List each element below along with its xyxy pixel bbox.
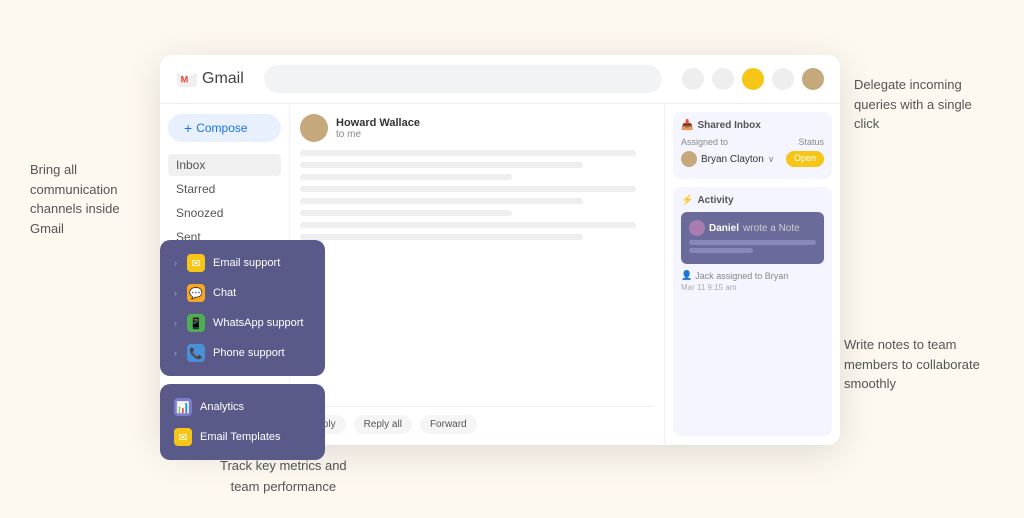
- email-actions: Reply Reply all Forward: [300, 406, 654, 434]
- email-sender-name: Howard Wallace: [336, 117, 420, 129]
- email-templates-label: Email Templates: [200, 431, 281, 443]
- email-subtitle: to me: [336, 129, 420, 140]
- apps-icon[interactable]: [712, 68, 734, 90]
- sidebar-starred[interactable]: Starred: [168, 178, 281, 200]
- shared-inbox-title: Shared Inbox: [697, 120, 760, 131]
- assigned-label: Assigned to: [681, 137, 728, 147]
- arrow-icon: ›: [174, 348, 177, 358]
- whatsapp-label: WhatsApp support: [213, 317, 304, 329]
- note-user: Daniel wrote a Note: [689, 220, 816, 236]
- note-author: Daniel: [709, 223, 739, 234]
- email-sender-avatar: [300, 114, 328, 142]
- phone-item[interactable]: › 📞 Phone support: [160, 338, 325, 368]
- arrow-icon: ›: [174, 318, 177, 328]
- assigned-user-row: Bryan Clayton ∨ Open: [681, 151, 824, 167]
- right-bottom-annotation: Write notes to team members to collabora…: [844, 335, 1004, 394]
- sidebar-snoozed[interactable]: Snoozed: [168, 202, 281, 224]
- gmail-logo: M Gmail: [176, 68, 244, 90]
- email-sender-info: Howard Wallace to me: [336, 117, 420, 140]
- compose-plus-icon: +: [184, 120, 192, 136]
- email-templates-icon: ✉: [174, 428, 192, 446]
- compose-label: Compose: [196, 121, 247, 135]
- analytics-group: 📊 Analytics ✉ Email Templates: [160, 384, 325, 460]
- features-sidebar: › ✉ Email support › 💬 Chat › 📱 WhatsApp …: [160, 240, 325, 468]
- whatsapp-icon: 📱: [187, 314, 205, 332]
- left-annotation: Bring all communication channels inside …: [30, 160, 140, 238]
- email-templates-item[interactable]: ✉ Email Templates: [160, 422, 325, 452]
- shared-inbox-icon: 📥: [681, 120, 693, 131]
- email-support-label: Email support: [213, 257, 280, 269]
- email-support-item[interactable]: › ✉ Email support: [160, 248, 325, 278]
- note-line: [689, 248, 753, 253]
- notification-icon[interactable]: [742, 68, 764, 90]
- gmail-right-panel: 📥 Shared Inbox Assigned to Status Bryan …: [665, 104, 840, 444]
- sidebar-inbox[interactable]: Inbox: [168, 154, 281, 176]
- user-avatar[interactable]: [802, 68, 824, 90]
- phone-icon: 📞: [187, 344, 205, 362]
- forward-button[interactable]: Forward: [420, 415, 477, 434]
- assigned-row: Assigned to Status: [681, 137, 824, 147]
- analytics-icon: 📊: [174, 398, 192, 416]
- email-line: [300, 162, 583, 168]
- assign-text: Jack assigned to Bryan: [695, 271, 788, 281]
- email-line: [300, 186, 636, 192]
- chat-item[interactable]: › 💬 Chat: [160, 278, 325, 308]
- email-support-icon: ✉: [187, 254, 205, 272]
- chat-label: Chat: [213, 287, 236, 299]
- chat-icon: 💬: [187, 284, 205, 302]
- note-action: wrote a Note: [743, 223, 800, 234]
- analytics-label: Analytics: [200, 401, 244, 413]
- gmail-logo-text: Gmail: [202, 70, 244, 88]
- reply-all-button[interactable]: Reply all: [354, 415, 412, 434]
- assigned-user-avatar: [681, 151, 697, 167]
- compose-button[interactable]: + Compose: [168, 114, 281, 142]
- activity-icon: ⚡: [681, 195, 693, 206]
- email-header: Howard Wallace to me: [300, 114, 654, 142]
- gmail-search-bar[interactable]: [264, 65, 662, 93]
- activity-header: ⚡ Activity: [681, 195, 824, 206]
- status-label: Status: [798, 137, 824, 147]
- activity-title: Activity: [697, 195, 733, 206]
- email-line: [300, 174, 512, 180]
- email-body-lines: [300, 150, 654, 406]
- right-top-annotation: Delegate incoming queries with a single …: [854, 75, 994, 134]
- status-badge[interactable]: Open: [786, 151, 824, 167]
- activity-note: Daniel wrote a Note: [681, 212, 824, 264]
- email-line: [300, 210, 512, 216]
- assigned-user-name: Bryan Clayton: [701, 154, 764, 165]
- assign-icon: 👤: [681, 270, 692, 281]
- email-line: [300, 222, 636, 228]
- note-line: [689, 240, 816, 245]
- arrow-icon: ›: [174, 258, 177, 268]
- gmail-header-icons: [682, 68, 824, 90]
- assigned-user[interactable]: Bryan Clayton ∨: [681, 151, 774, 167]
- whatsapp-item[interactable]: › 📱 WhatsApp support: [160, 308, 325, 338]
- note-author-avatar: [689, 220, 705, 236]
- grid-icon[interactable]: [772, 68, 794, 90]
- phone-label: Phone support: [213, 347, 285, 359]
- settings-icon[interactable]: [682, 68, 704, 90]
- activity-date: Mar 11 9:15 am: [681, 283, 824, 292]
- activity-assign: 👤 Jack assigned to Bryan: [681, 270, 824, 281]
- shared-inbox-header: 📥 Shared Inbox: [681, 120, 824, 131]
- email-area: Howard Wallace to me Reply Reply a: [290, 104, 665, 444]
- svg-text:M: M: [181, 75, 189, 85]
- email-line: [300, 198, 583, 204]
- analytics-item[interactable]: 📊 Analytics: [160, 392, 325, 422]
- gmail-header: M Gmail: [160, 55, 840, 104]
- email-line: [300, 234, 583, 240]
- gmail-logo-icon: M: [176, 68, 198, 90]
- shared-inbox-card: 📥 Shared Inbox Assigned to Status Bryan …: [673, 112, 832, 179]
- arrow-icon: ›: [174, 288, 177, 298]
- channels-group: › ✉ Email support › 💬 Chat › 📱 WhatsApp …: [160, 240, 325, 376]
- email-line: [300, 150, 636, 156]
- activity-card: ⚡ Activity Daniel wrote a Note 👤 Jack as…: [673, 187, 832, 436]
